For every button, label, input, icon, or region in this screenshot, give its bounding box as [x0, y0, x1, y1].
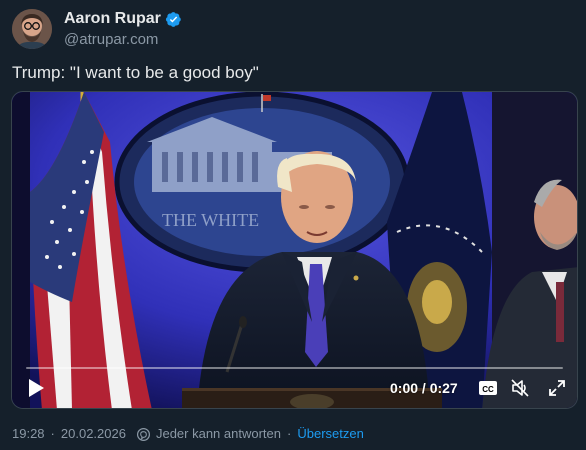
tweet-date[interactable]: 20.02.2026	[61, 426, 126, 442]
fullscreen-icon[interactable]	[547, 378, 567, 398]
video-progress-bar[interactable]	[26, 367, 563, 369]
cc-label: CC	[482, 385, 494, 394]
author-names: Aaron Rupar @atrupar.com	[64, 9, 182, 49]
reply-setting-label[interactable]: Jeder kann antworten	[156, 426, 281, 442]
backdrop-text: THE WHITE	[162, 210, 259, 230]
closed-captions-icon[interactable]: CC	[478, 378, 498, 398]
tweet-text: Trump: "I want to be a good boy"	[12, 63, 259, 82]
verified-badge-icon	[165, 11, 181, 27]
tweet-time[interactable]: 19:28	[12, 426, 45, 442]
meta-separator-2: ·	[287, 426, 292, 441]
video-player[interactable]: THE WHITE 0:00 / 0:27 CC	[11, 91, 578, 409]
video-frame: THE WHITE	[12, 92, 577, 408]
name-row: Aaron Rupar	[64, 9, 182, 29]
tweet-header: Aaron Rupar @atrupar.com	[12, 7, 182, 51]
author-handle[interactable]: @atrupar.com	[64, 30, 182, 49]
author-avatar[interactable]	[12, 9, 52, 49]
meta-separator: ·	[50, 426, 55, 441]
muted-speaker-icon[interactable]	[510, 378, 530, 398]
tweet-meta: 19:28 · 20.02.2026 Jeder kann antworten …	[12, 426, 364, 442]
avatar-image	[12, 9, 52, 49]
video-timecode: 0:00 / 0:27	[390, 380, 458, 396]
author-display-name[interactable]: Aaron Rupar	[64, 9, 161, 29]
play-icon[interactable]	[24, 376, 48, 400]
translate-link[interactable]: Übersetzen	[297, 426, 363, 442]
reply-settings-icon	[136, 427, 150, 441]
